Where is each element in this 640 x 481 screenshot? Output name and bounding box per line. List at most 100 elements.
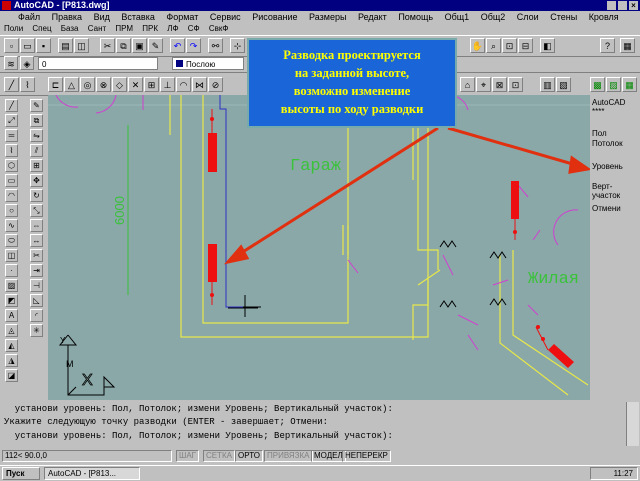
draw-hatch-icon[interactable]: ▨ bbox=[5, 279, 18, 292]
modify-break-icon[interactable]: ⊣ bbox=[30, 279, 43, 292]
tool-i-icon[interactable]: ▦ bbox=[622, 77, 637, 92]
link-icon[interactable]: ⚯ bbox=[208, 38, 223, 53]
modify-rotate-icon[interactable]: ↻ bbox=[30, 189, 43, 202]
tool-a-icon[interactable]: ⌂ bbox=[460, 77, 475, 92]
minimize-icon[interactable] bbox=[607, 1, 616, 10]
osnap-intersect-icon[interactable]: ✕ bbox=[128, 77, 143, 92]
layer-dropdown[interactable]: 0 bbox=[38, 57, 158, 70]
tool-f-icon[interactable]: ▧ bbox=[556, 77, 571, 92]
modify-lengthen-icon[interactable]: ↔ bbox=[30, 234, 43, 247]
modify-scale-icon[interactable]: ⤡ bbox=[30, 204, 43, 217]
draw-point-icon[interactable]: · bbox=[5, 264, 18, 277]
tool-b-icon[interactable]: ⌖ bbox=[476, 77, 491, 92]
osnap-center-icon[interactable]: ◎ bbox=[80, 77, 95, 92]
tool-d-icon[interactable]: ⊡ bbox=[508, 77, 523, 92]
make-current-icon[interactable]: ◈ bbox=[20, 56, 34, 70]
modify-copy-icon[interactable]: ⧉ bbox=[30, 114, 43, 127]
menu-item-tools[interactable]: Сервис bbox=[210, 12, 241, 22]
menu-item-insert[interactable]: Вставка bbox=[121, 12, 154, 22]
status-snap[interactable]: ШАГ bbox=[176, 450, 199, 462]
menu-item-base[interactable]: База bbox=[61, 24, 79, 33]
menu-item-view[interactable]: Вид bbox=[94, 12, 110, 22]
tool-extra-1-icon[interactable]: ▦ bbox=[620, 38, 635, 53]
modify-move-icon[interactable]: ✥ bbox=[30, 174, 43, 187]
properties-icon[interactable]: ◧ bbox=[540, 38, 555, 53]
menu-item-lf[interactable]: ЛФ bbox=[167, 24, 178, 33]
start-button[interactable]: Пуск bbox=[2, 467, 40, 480]
command-area[interactable]: установи уровень: Пол, Потолок; измени У… bbox=[0, 402, 640, 448]
menu-item-svkf[interactable]: СвкФ bbox=[209, 24, 229, 33]
paste-icon[interactable]: ▣ bbox=[132, 38, 147, 53]
menu-item-draw[interactable]: Рисование bbox=[252, 12, 297, 22]
modify-chamfer-icon[interactable]: ◺ bbox=[30, 294, 43, 307]
menu-item-file[interactable]: Файл bbox=[18, 12, 40, 22]
draw-line-icon[interactable]: ╱ bbox=[5, 99, 18, 112]
menu-item-prm[interactable]: ПРМ bbox=[115, 24, 133, 33]
osnap-endpoint-icon[interactable]: ⊏ bbox=[48, 77, 63, 92]
print-icon[interactable]: ▤ bbox=[58, 38, 73, 53]
zoom-icon[interactable]: ⌕ bbox=[486, 38, 501, 53]
taskbar-app-button[interactable]: AutoCAD - [P813... bbox=[44, 467, 140, 480]
pan-icon[interactable]: ✋ bbox=[470, 38, 485, 53]
side-menu-ceiling[interactable]: Потолок bbox=[592, 139, 623, 148]
status-model[interactable]: МОДЕЛ bbox=[311, 450, 346, 462]
zoom-window-icon[interactable]: ⊡ bbox=[502, 38, 517, 53]
draw-extra-4-icon[interactable]: ◪ bbox=[5, 369, 18, 382]
status-grid[interactable]: СЕТКА bbox=[203, 450, 235, 462]
osnap-nearest-icon[interactable]: ⋈ bbox=[192, 77, 207, 92]
modify-stretch-icon[interactable]: ⇔ bbox=[30, 219, 43, 232]
save-icon[interactable]: ▪ bbox=[36, 38, 51, 53]
draw-region-icon[interactable]: ◩ bbox=[5, 294, 18, 307]
menu-item-sf[interactable]: СФ bbox=[188, 24, 200, 33]
menu-item-poly[interactable]: Поли bbox=[4, 24, 23, 33]
menu-item-general2[interactable]: Общ2 bbox=[481, 12, 506, 22]
modify-offset-icon[interactable]: ⫽ bbox=[30, 144, 43, 157]
command-scrollbar[interactable] bbox=[626, 402, 639, 446]
menu-item-walls[interactable]: Стены bbox=[550, 12, 577, 22]
tool-c-icon[interactable]: ⊠ bbox=[492, 77, 507, 92]
draw-arc-icon[interactable]: ◠ bbox=[5, 189, 18, 202]
draw-pline-icon[interactable]: ⌇ bbox=[5, 144, 18, 157]
status-ortho[interactable]: ОРТО bbox=[235, 450, 263, 462]
menu-item-layers[interactable]: Слои bbox=[517, 12, 539, 22]
osnap-none-icon[interactable]: ⊘ bbox=[208, 77, 223, 92]
menu-item-modify[interactable]: Редакт bbox=[358, 12, 387, 22]
modify-mirror-icon[interactable]: ⇋ bbox=[30, 129, 43, 142]
draw-polygon-icon[interactable]: ⬡ bbox=[5, 159, 18, 172]
menu-item-dimensions[interactable]: Размеры bbox=[309, 12, 346, 22]
draw-spline-icon[interactable]: ∿ bbox=[5, 219, 18, 232]
side-menu-floor[interactable]: Пол bbox=[592, 129, 607, 138]
osnap-midpoint-icon[interactable]: △ bbox=[64, 77, 79, 92]
preview-icon[interactable]: ◫ bbox=[74, 38, 89, 53]
draw-extra-3-icon[interactable]: ◮ bbox=[5, 354, 18, 367]
osnap-node-icon[interactable]: ⊗ bbox=[96, 77, 111, 92]
modify-erase-icon[interactable]: ✎ bbox=[30, 99, 43, 112]
status-osnap[interactable]: ПРИВЯЗКА bbox=[264, 450, 313, 462]
draw-xline-icon[interactable]: ⤢ bbox=[5, 114, 18, 127]
side-menu-vertical[interactable]: Верт-участок bbox=[592, 182, 640, 200]
modify-extend-icon[interactable]: ⇥ bbox=[30, 264, 43, 277]
match-icon[interactable]: ✎ bbox=[148, 38, 163, 53]
side-menu-stars[interactable]: **** bbox=[592, 107, 604, 116]
menu-item-help[interactable]: Помощь bbox=[398, 12, 433, 22]
draw-ellipse-icon[interactable]: ⬭ bbox=[5, 234, 18, 247]
osnap-insert-icon[interactable]: ⊞ bbox=[144, 77, 159, 92]
osnap-quad-icon[interactable]: ◇ bbox=[112, 77, 127, 92]
new-file-icon[interactable]: ▫ bbox=[4, 38, 19, 53]
modify-array-icon[interactable]: ⊞ bbox=[30, 159, 43, 172]
menu-item-spec[interactable]: Спец bbox=[32, 24, 51, 33]
modify-fillet-icon[interactable]: ◜ bbox=[30, 309, 43, 322]
drawing-canvas[interactable]: 6000 Гараж Жилая X Y M bbox=[48, 95, 590, 400]
snap-icon[interactable]: ⊹ bbox=[230, 38, 245, 53]
close-icon[interactable]: × bbox=[629, 1, 638, 10]
menu-item-roof[interactable]: Кровля bbox=[589, 12, 619, 22]
draw-text-icon[interactable]: A bbox=[5, 309, 18, 322]
modify-trim-icon[interactable]: ✂ bbox=[30, 249, 43, 262]
tool-h-icon[interactable]: ▨ bbox=[606, 77, 621, 92]
menu-item-sant[interactable]: Сант bbox=[88, 24, 106, 33]
zoom-previous-icon[interactable]: ⊟ bbox=[518, 38, 533, 53]
cut-icon[interactable]: ✂ bbox=[100, 38, 115, 53]
copy-icon[interactable]: ⧉ bbox=[116, 38, 131, 53]
menu-item-format[interactable]: Формат bbox=[166, 12, 198, 22]
draw-rectangle-icon[interactable]: ▭ bbox=[5, 174, 18, 187]
